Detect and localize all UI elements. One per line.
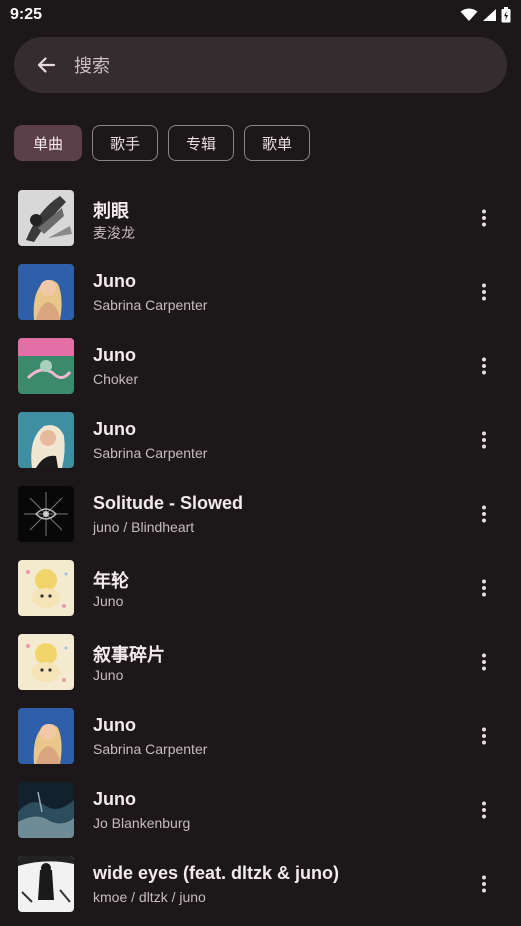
song-title: Juno [93,271,136,291]
song-artist: Juno [93,667,124,683]
album-art [18,782,74,838]
more-options-icon[interactable] [468,276,500,308]
more-options-icon[interactable] [468,868,500,900]
song-artist: Sabrina Carpenter [93,297,208,313]
filter-chip-playlists[interactable]: 歌单 [244,125,311,161]
song-artist: Jo Blankenburg [93,815,191,831]
status-time: 9:25 [10,6,43,23]
song-title: Juno [93,419,136,439]
album-art [18,264,74,320]
song-row[interactable]: Juno Sabrina Carpenter [0,698,521,772]
song-row[interactable]: Juno Choker [0,328,521,402]
filter-chips: 单曲 歌手 专辑 歌单 [14,125,311,161]
song-row[interactable]: 年轮 Juno [0,550,521,624]
song-row[interactable]: Juno Jo Blankenburg [0,772,521,846]
album-art [18,560,74,616]
battery-icon [501,7,511,23]
album-art [18,412,74,468]
search-bar[interactable]: 搜索 [14,37,507,93]
more-options-icon[interactable] [468,424,500,456]
filter-chip-artists[interactable]: 歌手 [92,125,159,161]
song-title: Juno [93,715,136,735]
album-art [18,486,74,542]
album-art [18,338,74,394]
song-row[interactable]: Juno Sabrina Carpenter [0,254,521,328]
wifi-icon [460,8,478,21]
song-title: wide eyes (feat. dltzk & juno) [93,863,340,883]
song-row[interactable]: 刺眼 麦浚龙 [0,180,521,254]
filter-chip-songs[interactable]: 单曲 [14,125,83,161]
status-icons [460,7,511,23]
song-row[interactable]: 叙事碎片 Juno [0,624,521,698]
song-title: 年轮 [93,571,129,591]
album-art [18,708,74,764]
song-artist: Juno [93,593,124,609]
song-row[interactable]: Solitude - Slowed juno / Blindheart [0,476,521,550]
album-art [18,856,74,912]
song-title: Solitude - Slowed [93,493,244,513]
song-row[interactable]: wide eyes (feat. dltzk & juno) kmoe / dl… [0,846,521,920]
song-artist: Choker [93,371,139,387]
more-options-icon[interactable] [468,498,500,530]
back-arrow-icon[interactable] [36,55,56,75]
search-input[interactable]: 搜索 [74,52,110,78]
song-artist: 麦浚龙 [93,225,135,241]
filter-chip-albums[interactable]: 专辑 [168,125,235,161]
album-art [18,190,74,246]
song-title: Juno [93,345,136,365]
more-options-icon[interactable] [468,202,500,234]
more-options-icon[interactable] [468,646,500,678]
song-list: 刺眼 麦浚龙 Juno Sabrina Carpenter Juno Choke… [0,180,521,920]
song-artist: Sabrina Carpenter [93,741,208,757]
song-title: Juno [93,789,136,809]
more-options-icon[interactable] [468,350,500,382]
status-bar: 9:25 [0,0,521,30]
song-artist: kmoe / dltzk / juno [93,889,206,905]
song-row[interactable]: Juno Sabrina Carpenter [0,402,521,476]
signal-icon [483,9,496,21]
album-art [18,634,74,690]
song-artist: Sabrina Carpenter [93,445,208,461]
song-artist: juno / Blindheart [93,519,195,535]
song-title: 刺眼 [93,201,129,221]
more-options-icon[interactable] [468,794,500,826]
more-options-icon[interactable] [468,720,500,752]
more-options-icon[interactable] [468,572,500,604]
song-title: 叙事碎片 [93,645,165,665]
